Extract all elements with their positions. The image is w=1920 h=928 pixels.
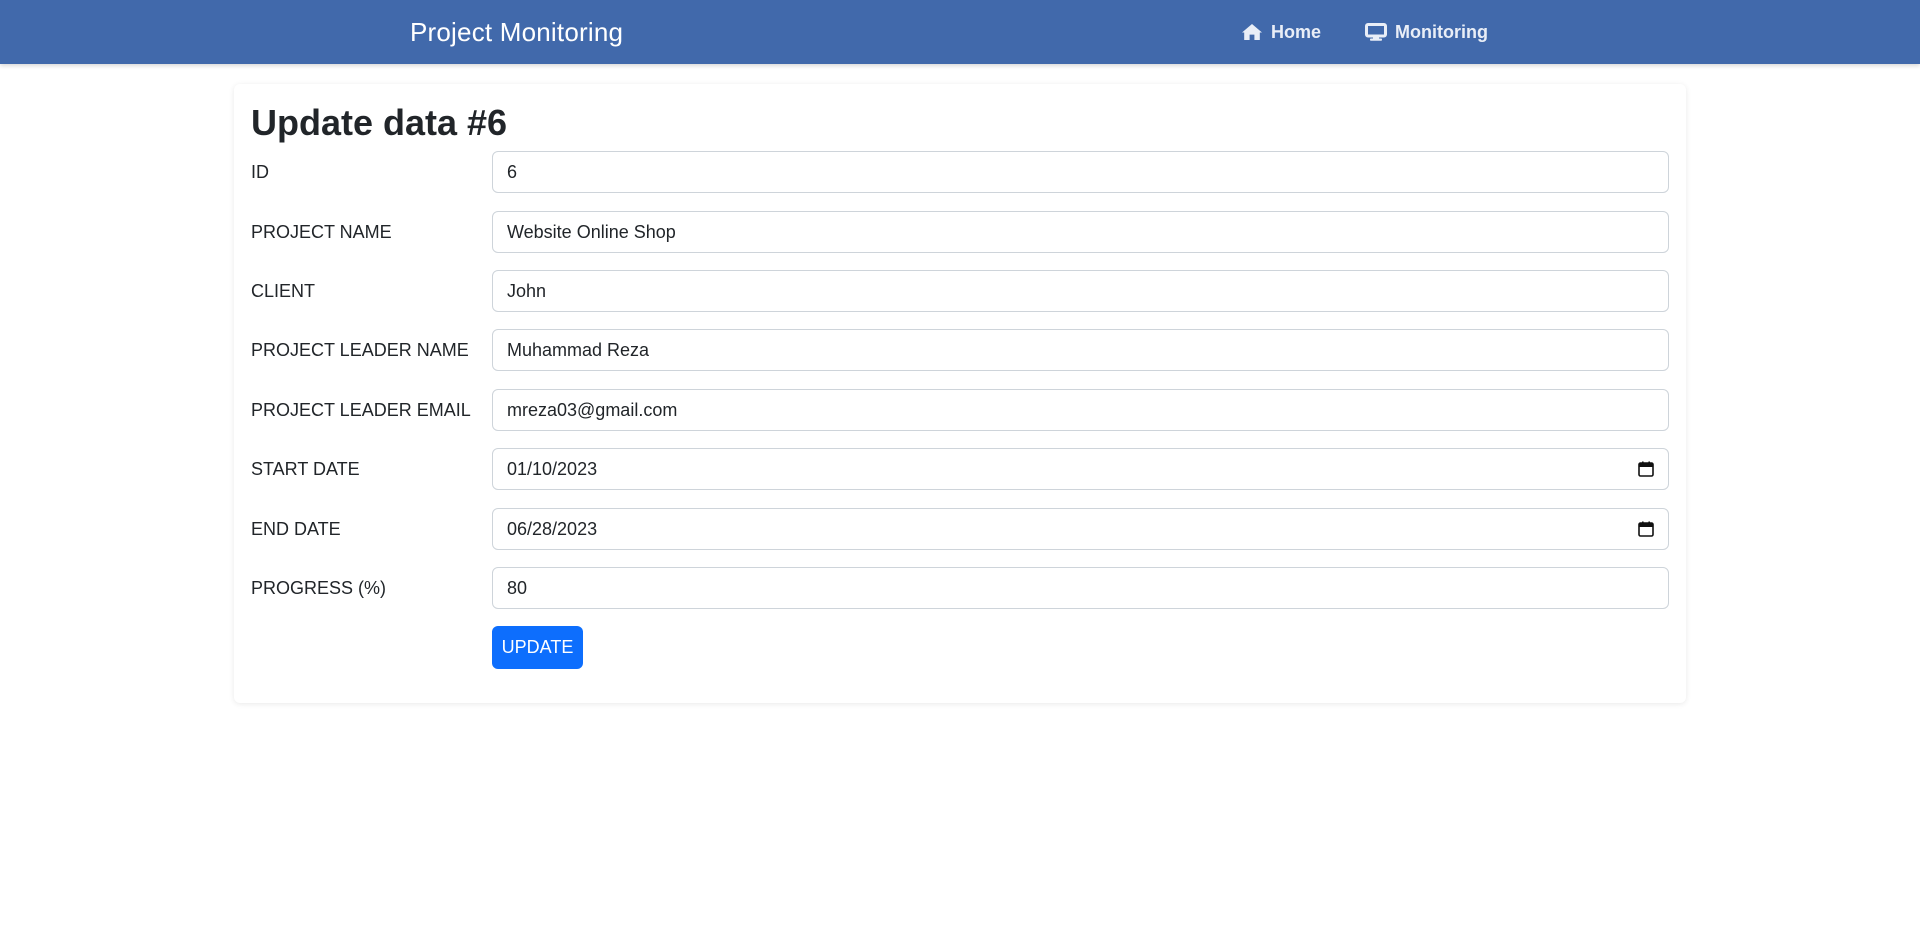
- desktop-icon: [1365, 23, 1387, 41]
- progress-input[interactable]: 80: [492, 567, 1669, 609]
- field-value: 6: [507, 162, 518, 182]
- field-label: PROJECT NAME: [251, 222, 392, 242]
- top-navbar: Project Monitoring Home Monitoring: [0, 0, 1920, 64]
- field-label: ID: [251, 162, 269, 182]
- project-leader-email-input[interactable]: mreza03@gmail.com: [492, 389, 1669, 431]
- form-row-client: CLIENT John: [251, 270, 1669, 312]
- nav-link-monitoring-label: Monitoring: [1395, 21, 1488, 42]
- end-date-input[interactable]: 06/28/2023: [492, 508, 1669, 550]
- field-label: PROJECT LEADER EMAIL: [251, 400, 471, 420]
- field-value: John: [507, 281, 547, 301]
- home-icon: [1241, 23, 1263, 41]
- form-row-project-leader-email: PROJECT LEADER EMAIL mreza03@gmail.com: [251, 389, 1669, 431]
- project-name-input[interactable]: Website Online Shop: [492, 211, 1669, 253]
- form-row-start-date: START DATE 01/10/2023: [251, 448, 1669, 490]
- nav-link-monitoring[interactable]: Monitoring: [1365, 0, 1488, 64]
- field-label: PROGRESS (%): [251, 578, 387, 598]
- start-date-input[interactable]: 01/10/2023: [492, 448, 1669, 490]
- calendar-icon[interactable]: [1638, 461, 1654, 477]
- form-row-project-name: PROJECT NAME Website Online Shop: [251, 211, 1669, 253]
- field-label: END DATE: [251, 519, 341, 539]
- field-value: 01/10/2023: [507, 459, 598, 479]
- field-label: START DATE: [251, 459, 360, 479]
- field-value: Website Online Shop: [507, 222, 676, 242]
- id-input[interactable]: 6: [492, 151, 1669, 193]
- form-row-end-date: END DATE 06/28/2023: [251, 508, 1669, 550]
- field-value: mreza03@gmail.com: [507, 400, 678, 420]
- field-label: PROJECT LEADER NAME: [251, 340, 469, 360]
- client-input[interactable]: John: [492, 270, 1669, 312]
- field-label: CLIENT: [251, 281, 316, 301]
- form-row-id: ID 6: [251, 151, 1669, 193]
- page-title: Update data #6: [251, 102, 508, 143]
- field-value: 06/28/2023: [507, 519, 598, 539]
- calendar-icon[interactable]: [1638, 521, 1654, 537]
- field-value: 80: [507, 578, 528, 598]
- form-row-project-leader-name: PROJECT LEADER NAME Muhammad Reza: [251, 329, 1669, 371]
- project-leader-name-input[interactable]: Muhammad Reza: [492, 329, 1669, 371]
- nav-link-home[interactable]: Home: [1241, 0, 1321, 64]
- update-button[interactable]: UPDATE: [492, 626, 583, 669]
- form-row-progress: PROGRESS (%) 80: [251, 567, 1669, 609]
- brand-title[interactable]: Project Monitoring: [410, 0, 623, 64]
- nav-link-home-label: Home: [1271, 21, 1322, 42]
- field-value: Muhammad Reza: [507, 340, 650, 360]
